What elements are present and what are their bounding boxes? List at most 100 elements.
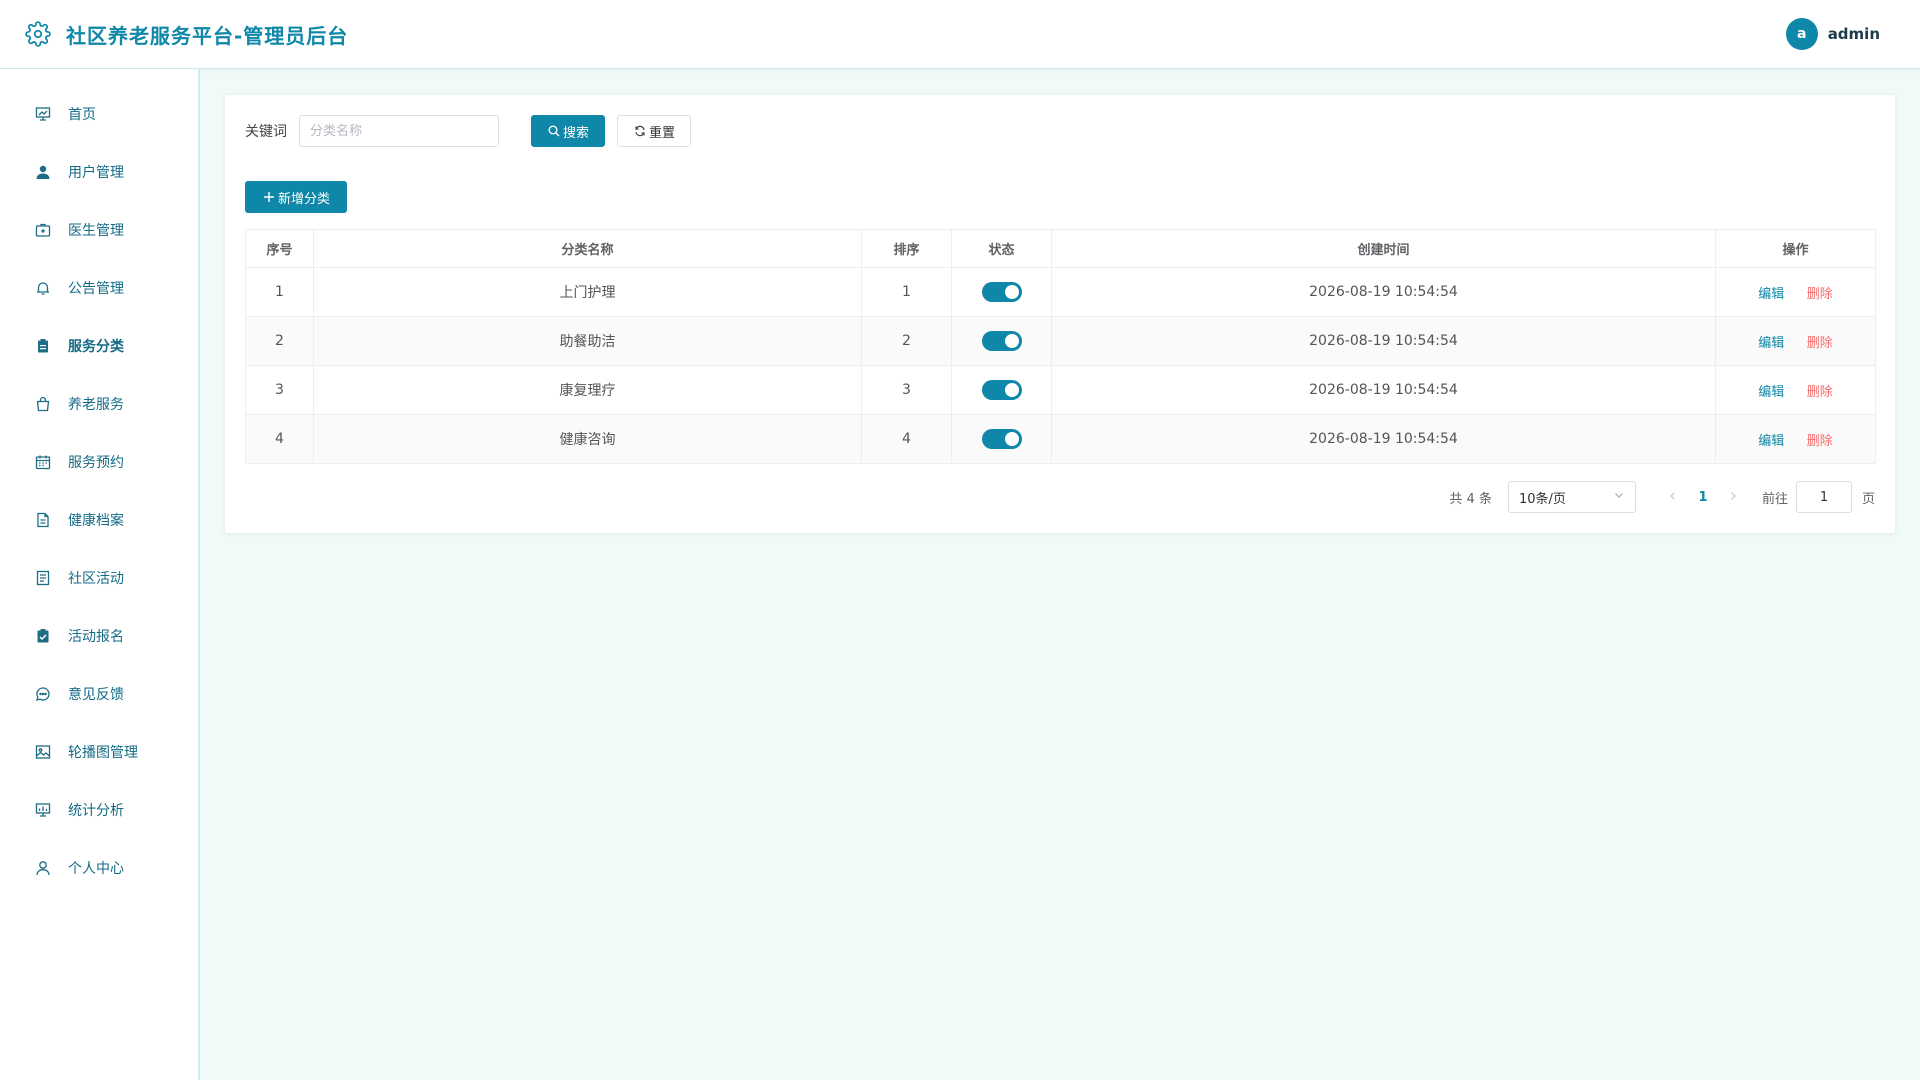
sidebar-item-label: 服务分类 bbox=[68, 339, 124, 355]
table-header-row: 序号 分类名称 排序 状态 创建时间 操作 bbox=[245, 229, 1876, 268]
content-card: 关键词 搜索 重置 新增分类 bbox=[225, 95, 1895, 533]
cell-actions: 编辑 删除 bbox=[1715, 267, 1876, 317]
cell-index: 3 bbox=[245, 365, 314, 415]
refresh-icon bbox=[633, 124, 647, 138]
sidebar-item-users[interactable]: 用户管理 bbox=[0, 143, 198, 201]
edit-link[interactable]: 编辑 bbox=[1758, 336, 1784, 351]
cell-sort: 2 bbox=[861, 316, 952, 366]
sidebar-item-home[interactable]: 首页 bbox=[0, 85, 198, 143]
reset-button[interactable]: 重置 bbox=[617, 115, 691, 147]
cell-created: 2026-08-19 10:54:54 bbox=[1051, 365, 1716, 415]
sidebar-item-label: 服务预约 bbox=[68, 455, 124, 471]
cell-name: 康复理疗 bbox=[313, 365, 862, 415]
clipboard-icon bbox=[34, 337, 52, 355]
sidebar-item-feedback[interactable]: 意见反馈 bbox=[0, 665, 198, 723]
pagination: 共 4 条 10条/页 1 前往 页 bbox=[1449, 481, 1875, 513]
status-toggle[interactable] bbox=[981, 429, 1022, 449]
keyword-label: 关键词 bbox=[245, 124, 287, 140]
cell-status bbox=[951, 365, 1052, 415]
cell-sort: 4 bbox=[861, 414, 952, 464]
picture-icon bbox=[34, 743, 52, 761]
status-toggle[interactable] bbox=[981, 331, 1022, 351]
goto-suffix: 页 bbox=[1861, 491, 1875, 507]
sidebar-item-elderly-services[interactable]: 养老服务 bbox=[0, 375, 198, 433]
cell-created: 2026-08-19 10:54:54 bbox=[1051, 414, 1716, 464]
table-row: 1 上门护理 1 2026-08-19 10:54:54 编辑 删除 bbox=[245, 267, 1876, 317]
sidebar-item-appointments[interactable]: 服务预约 bbox=[0, 433, 198, 491]
sidebar-item-announcements[interactable]: 公告管理 bbox=[0, 259, 198, 317]
sidebar-item-label: 意见反馈 bbox=[68, 687, 124, 703]
sidebar-item-label: 轮播图管理 bbox=[68, 745, 138, 761]
sidebar-item-label: 健康档案 bbox=[68, 513, 124, 529]
cell-name: 上门护理 bbox=[313, 267, 862, 317]
sidebar-item-label: 个人中心 bbox=[68, 861, 124, 877]
status-toggle[interactable] bbox=[981, 380, 1022, 400]
cell-actions: 编辑 删除 bbox=[1715, 316, 1876, 366]
column-header-index: 序号 bbox=[245, 229, 314, 268]
sidebar-item-service-category[interactable]: 服务分类 bbox=[0, 317, 198, 375]
chevron-left-icon bbox=[1670, 491, 1675, 500]
goto-label: 前往 bbox=[1761, 491, 1788, 507]
username[interactable]: admin bbox=[1828, 25, 1880, 43]
edit-link[interactable]: 编辑 bbox=[1758, 434, 1784, 449]
add-category-label: 新增分类 bbox=[277, 191, 330, 207]
cell-created: 2026-08-19 10:54:54 bbox=[1051, 267, 1716, 317]
edit-link[interactable]: 编辑 bbox=[1758, 287, 1784, 302]
toggle-knob bbox=[1004, 383, 1019, 397]
delete-link[interactable]: 删除 bbox=[1807, 385, 1833, 400]
avatar[interactable]: a bbox=[1785, 18, 1818, 50]
sidebar-item-label: 公告管理 bbox=[68, 281, 124, 297]
cell-name: 助餐助洁 bbox=[313, 316, 862, 366]
sidebar-item-health-records[interactable]: 健康档案 bbox=[0, 491, 198, 549]
column-header-name: 分类名称 bbox=[313, 229, 862, 268]
category-table: 序号 分类名称 排序 状态 创建时间 操作 1 上门护理 1 2026-08-1… bbox=[245, 229, 1876, 464]
sidebar-item-carousel[interactable]: 轮播图管理 bbox=[0, 723, 198, 781]
tickets-icon bbox=[34, 569, 52, 587]
cell-index: 2 bbox=[245, 316, 314, 366]
delete-link[interactable]: 删除 bbox=[1807, 336, 1833, 351]
delete-link[interactable]: 删除 bbox=[1807, 287, 1833, 302]
total-count: 共 4 条 bbox=[1449, 491, 1492, 507]
cell-sort: 1 bbox=[861, 267, 952, 317]
sidebar-item-label: 医生管理 bbox=[68, 223, 124, 239]
sidebar-item-label: 统计分析 bbox=[68, 803, 124, 819]
sidebar-item-statistics[interactable]: 统计分析 bbox=[0, 781, 198, 839]
edit-link[interactable]: 编辑 bbox=[1758, 385, 1784, 400]
sidebar-item-doctors[interactable]: 医生管理 bbox=[0, 201, 198, 259]
sidebar-item-activity-signup[interactable]: 活动报名 bbox=[0, 607, 198, 665]
search-button[interactable]: 搜索 bbox=[531, 115, 605, 147]
keyword-input[interactable] bbox=[299, 115, 499, 147]
shopping-bag-icon bbox=[34, 395, 52, 413]
cell-status bbox=[951, 316, 1052, 366]
sidebar-item-profile[interactable]: 个人中心 bbox=[0, 839, 198, 897]
sidebar-item-label: 社区活动 bbox=[68, 571, 124, 587]
top-header: 社区养老服务平台-管理员后台 a admin bbox=[0, 0, 1920, 69]
user-menu[interactable]: a admin bbox=[1785, 18, 1880, 50]
search-icon bbox=[547, 124, 561, 138]
bell-icon bbox=[34, 279, 52, 297]
chevron-right-icon bbox=[1731, 491, 1736, 500]
column-header-status: 状态 bbox=[951, 229, 1052, 268]
prev-page-button[interactable] bbox=[1658, 490, 1688, 505]
toggle-knob bbox=[1004, 334, 1019, 348]
page-number[interactable]: 1 bbox=[1688, 490, 1718, 505]
table-row: 2 助餐助洁 2 2026-08-19 10:54:54 编辑 删除 bbox=[245, 316, 1876, 366]
add-category-button[interactable]: 新增分类 bbox=[245, 181, 347, 213]
user-icon bbox=[34, 163, 52, 181]
chevron-down-icon bbox=[1613, 489, 1625, 505]
delete-link[interactable]: 删除 bbox=[1807, 434, 1833, 449]
plus-icon bbox=[262, 190, 276, 204]
next-page-button[interactable] bbox=[1718, 490, 1748, 505]
presentation-icon bbox=[34, 801, 52, 819]
page-size-select[interactable]: 10条/页 bbox=[1507, 481, 1636, 513]
sidebar-item-label: 活动报名 bbox=[68, 629, 124, 645]
status-toggle[interactable] bbox=[981, 282, 1022, 302]
sidebar-item-label: 首页 bbox=[68, 107, 96, 123]
goto-page-input[interactable] bbox=[1795, 481, 1852, 513]
column-header-sort: 排序 bbox=[861, 229, 952, 268]
person-icon bbox=[34, 859, 52, 877]
toggle-knob bbox=[1004, 285, 1019, 299]
sidebar-item-community-activities[interactable]: 社区活动 bbox=[0, 549, 198, 607]
checklist-icon bbox=[34, 627, 52, 645]
column-header-created: 创建时间 bbox=[1051, 229, 1716, 268]
